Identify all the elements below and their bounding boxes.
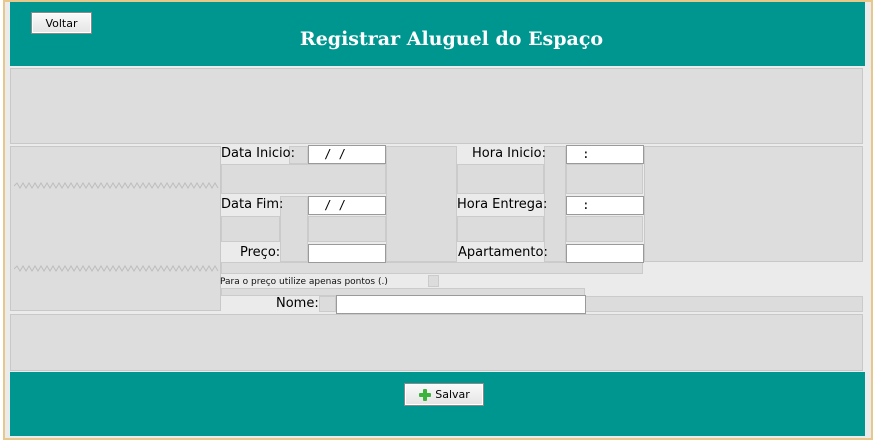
wave-line-bottom bbox=[14, 265, 219, 272]
bottom-panel bbox=[10, 314, 863, 371]
top-panel bbox=[10, 68, 863, 144]
preco-label: Preço: bbox=[240, 245, 281, 260]
layout-cell bbox=[566, 164, 643, 194]
preco-input[interactable] bbox=[308, 244, 386, 263]
layout-cell bbox=[308, 216, 386, 242]
layout-cell bbox=[221, 262, 643, 274]
layout-cell bbox=[280, 196, 308, 262]
nome-label: Nome: bbox=[276, 296, 319, 311]
data-fim-label: Data Fim: bbox=[221, 197, 284, 212]
plus-icon bbox=[419, 388, 432, 401]
layout-cell bbox=[566, 216, 643, 242]
data-inicio-label: Data Inicio: bbox=[221, 146, 295, 161]
data-fim-input[interactable]: / / bbox=[308, 196, 386, 215]
price-hint: Para o preço utilize apenas pontos (.) bbox=[220, 277, 388, 287]
header-bar: Voltar Registrar Aluguel do Espaço bbox=[10, 2, 865, 66]
layout-cell-center bbox=[386, 146, 457, 262]
layout-cell bbox=[457, 164, 544, 194]
layout-cell bbox=[457, 216, 544, 242]
hora-entrega-input[interactable]: : bbox=[566, 196, 644, 215]
page-title: Registrar Aluguel do Espaço bbox=[299, 28, 604, 50]
footer-bar: Salvar bbox=[10, 372, 865, 436]
hora-inicio-label: Hora Inicio: bbox=[472, 146, 546, 161]
left-panel bbox=[10, 146, 221, 311]
hora-inicio-input[interactable]: : bbox=[566, 145, 644, 164]
layout-cell bbox=[428, 275, 439, 287]
layout-cell bbox=[585, 296, 863, 312]
layout-cell bbox=[221, 164, 386, 194]
layout-cell bbox=[221, 216, 280, 242]
save-button-label: Salvar bbox=[435, 388, 470, 401]
data-inicio-input[interactable]: / / bbox=[308, 145, 386, 164]
hora-entrega-label: Hora Entrega: bbox=[457, 197, 548, 212]
wave-line-top bbox=[14, 182, 219, 189]
right-panel bbox=[644, 146, 863, 262]
apartamento-input[interactable] bbox=[566, 244, 644, 263]
save-button[interactable]: Salvar bbox=[404, 383, 484, 406]
apartamento-label: Apartamento: bbox=[458, 245, 548, 260]
nome-input[interactable] bbox=[336, 295, 586, 314]
layout-cell bbox=[319, 296, 336, 312]
